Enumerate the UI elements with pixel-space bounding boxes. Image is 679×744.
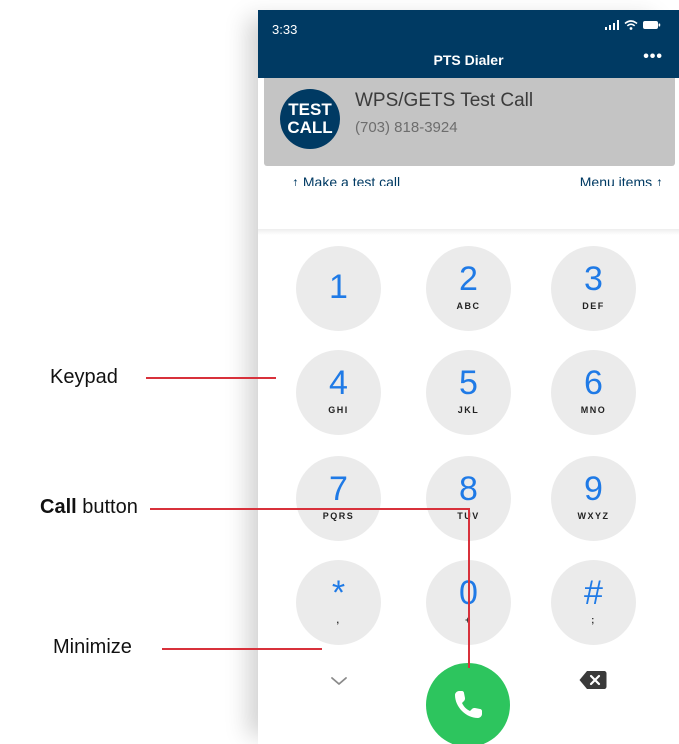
key-9[interactable]: 9 WXYZ <box>551 456 636 541</box>
key-digit: 5 <box>459 364 478 402</box>
key-digit: 6 <box>584 364 603 402</box>
hint-menu-items[interactable]: Menu items ↑ <box>580 174 663 186</box>
annotation-keypad: Keypad <box>50 366 118 388</box>
annotation-call-line <box>150 508 470 510</box>
key-hash[interactable]: # ; <box>551 560 636 645</box>
wifi-icon <box>624 20 638 30</box>
banner-title: WPS/GETS Test Call <box>355 90 534 111</box>
annotation-call-button: Call button <box>40 496 138 519</box>
annotation-minimize-line <box>162 648 322 650</box>
key-6[interactable]: 6 MNO <box>551 350 636 435</box>
signal-icon <box>605 20 619 30</box>
key-letters: DEF <box>582 301 605 311</box>
annotation-call-rest: button <box>76 496 138 518</box>
more-menu-button[interactable]: ••• <box>643 48 663 66</box>
key-digit: 3 <box>584 260 603 298</box>
badge-line-2: CALL <box>287 118 333 137</box>
chevron-down-icon <box>331 677 347 685</box>
badge-line-1: TEST <box>288 100 332 119</box>
key-star[interactable]: * , <box>296 560 381 645</box>
status-time: 3:33 <box>272 22 298 37</box>
key-digit: 1 <box>329 268 348 306</box>
divider <box>258 229 679 235</box>
battery-icon <box>643 21 661 29</box>
backspace-icon <box>579 671 607 689</box>
key-1[interactable]: 1 <box>296 246 381 331</box>
key-2[interactable]: 2 ABC <box>426 246 511 331</box>
phone-icon <box>455 691 482 718</box>
key-letters: WXYZ <box>577 511 610 521</box>
key-letters: PQRS <box>322 511 355 521</box>
key-digit: * <box>331 574 346 612</box>
key-letters: ABC <box>456 301 481 311</box>
banner-phone-number: (703) 818-3924 <box>355 119 458 136</box>
key-7[interactable]: 7 PQRS <box>296 456 381 541</box>
hint-strip: ↑ Make a test call Menu items ↑ <box>258 168 679 186</box>
annotation-call-bold: Call <box>40 496 77 518</box>
key-3[interactable]: 3 DEF <box>551 246 636 331</box>
key-digit: 2 <box>459 260 478 298</box>
key-letters: MNO <box>580 405 607 415</box>
annotation-call-vertical-line <box>468 508 470 668</box>
key-letters: GHI <box>328 405 349 415</box>
page-title: PTS Dialer <box>433 52 504 68</box>
key-digit: 8 <box>459 470 478 508</box>
key-digit: 9 <box>584 470 603 508</box>
call-button[interactable] <box>426 663 510 744</box>
test-call-banner[interactable]: TEST CALL WPS/GETS Test Call (703) 818-3… <box>264 78 675 166</box>
key-digit: 4 <box>329 364 348 402</box>
key-letters: , <box>336 615 341 625</box>
key-letters: ; <box>591 615 596 625</box>
navbar: 3:33 PTS Dialer ••• <box>258 10 679 78</box>
minimize-button[interactable] <box>324 666 354 696</box>
backspace-button[interactable] <box>578 668 608 692</box>
key-digit: 7 <box>329 470 348 508</box>
annotation-keypad-line <box>146 377 276 379</box>
hint-make-test-call[interactable]: ↑ Make a test call <box>292 174 400 186</box>
key-digit: # <box>584 574 603 612</box>
annotation-minimize: Minimize <box>53 636 132 658</box>
key-4[interactable]: 4 GHI <box>296 350 381 435</box>
keypad: 1 2 ABC 3 DEF 4 GHI 5 JKL 6 MNO 7 PQRS 8… <box>296 246 636 646</box>
key-letters: JKL <box>457 405 480 415</box>
status-icons <box>605 20 661 30</box>
test-call-badge: TEST CALL <box>280 89 340 149</box>
key-5[interactable]: 5 JKL <box>426 350 511 435</box>
